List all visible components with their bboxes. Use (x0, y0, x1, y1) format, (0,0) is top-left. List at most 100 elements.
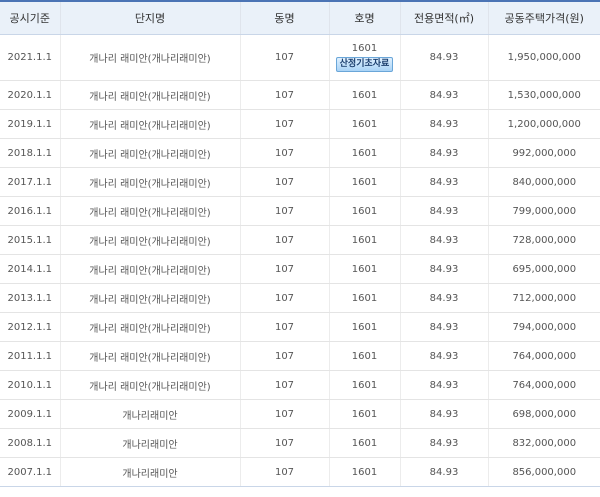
cell-price: 799,000,000 (488, 196, 600, 226)
cell-area: 84.93 (400, 167, 489, 197)
cell-complex-name: 개나리 래미안(개나리래미안) (60, 312, 241, 342)
cell-area: 84.93 (400, 196, 489, 226)
cell-date: 2017.1.1 (0, 167, 61, 197)
cell-price: 992,000,000 (488, 138, 600, 168)
table-header-row: 공시기준 단지명 동명 호명 전용면적(㎡) 공동주택가격(원) (0, 0, 600, 35)
cell-dong: 107 (240, 167, 330, 197)
cell-date: 2015.1.1 (0, 225, 61, 255)
cell-dong: 107 (240, 138, 330, 168)
cell-ho: 1601 (329, 399, 401, 429)
cell-price: 1,200,000,000 (488, 109, 600, 139)
cell-date: 2016.1.1 (0, 196, 61, 226)
cell-dong: 107 (240, 428, 330, 458)
cell-area: 84.93 (400, 399, 489, 429)
header-ho: 호명 (329, 0, 401, 35)
price-history-table: 공시기준 단지명 동명 호명 전용면적(㎡) 공동주택가격(원) 2021.1.… (0, 0, 600, 487)
cell-date: 2014.1.1 (0, 254, 61, 284)
cell-price: 832,000,000 (488, 428, 600, 458)
cell-ho: 1601 산정기초자료 (329, 34, 401, 81)
table-row: 2021.1.1 개나리 래미안(개나리래미안) 107 1601 산정기초자료 84.9… (0, 34, 600, 81)
cell-ho: 1601 (329, 312, 401, 342)
cell-area: 84.93 (400, 283, 489, 313)
cell-price: 856,000,000 (488, 457, 600, 487)
cell-dong: 107 (240, 341, 330, 371)
cell-dong: 107 (240, 109, 330, 139)
table-row: 2008.1.1 개나리래미안 107 1601 84.93 832,000,000 (0, 428, 600, 458)
cell-date: 2012.1.1 (0, 312, 61, 342)
cell-price: 1,950,000,000 (488, 34, 600, 81)
table-row: 2019.1.1 개나리 래미안(개나리래미안) 107 1601 84.93 1,200… (0, 109, 600, 139)
cell-date: 2007.1.1 (0, 457, 61, 487)
cell-ho: 1601 (329, 109, 401, 139)
cell-price: 728,000,000 (488, 225, 600, 255)
cell-area: 84.93 (400, 34, 489, 81)
cell-date: 2010.1.1 (0, 370, 61, 400)
cell-complex-name: 개나리 래미안(개나리래미안) (60, 167, 241, 197)
cell-dong: 107 (240, 399, 330, 429)
cell-complex-name: 개나리 래미안(개나리래미안) (60, 341, 241, 371)
cell-ho: 1601 (329, 225, 401, 255)
cell-ho: 1601 (329, 254, 401, 284)
cell-complex-name: 개나리 래미안(개나리래미안) (60, 254, 241, 284)
cell-area: 84.93 (400, 225, 489, 255)
cell-date: 2013.1.1 (0, 283, 61, 313)
cell-price: 764,000,000 (488, 370, 600, 400)
cell-area: 84.93 (400, 457, 489, 487)
table-row: 2020.1.1 개나리 래미안(개나리래미안) 107 1601 84.93 1,530… (0, 80, 600, 110)
cell-dong: 107 (240, 196, 330, 226)
cell-dong: 107 (240, 457, 330, 487)
cell-dong: 107 (240, 80, 330, 110)
cell-area: 84.93 (400, 109, 489, 139)
header-area: 전용면적(㎡) (400, 0, 489, 35)
cell-date: 2008.1.1 (0, 428, 61, 458)
table-row: 2017.1.1 개나리 래미안(개나리래미안) 107 1601 84.93 840,0… (0, 167, 600, 197)
cell-ho: 1601 (329, 428, 401, 458)
cell-area: 84.93 (400, 312, 489, 342)
cell-complex-name: 개나리 래미안(개나리래미안) (60, 225, 241, 255)
calculation-basis-button[interactable]: 산정기초자료 (335, 57, 394, 72)
cell-price: 764,000,000 (488, 341, 600, 371)
cell-price: 712,000,000 (488, 283, 600, 313)
cell-ho: 1601 (329, 370, 401, 400)
table-row: 2011.1.1 개나리 래미안(개나리래미안) 107 1601 84.93 764,0… (0, 341, 600, 371)
header-date: 공시기준 (0, 0, 61, 35)
cell-ho: 1601 (329, 341, 401, 371)
ho-number: 1601 (351, 43, 378, 54)
table-row: 2010.1.1 개나리 래미안(개나리래미안) 107 1601 84.93 764,0… (0, 370, 600, 400)
cell-complex-name: 개나리 래미안(개나리래미안) (60, 80, 241, 110)
cell-complex-name: 개나리래미안 (60, 428, 241, 458)
header-price: 공동주택가격(원) (488, 0, 600, 35)
table-row: 2018.1.1 개나리 래미안(개나리래미안) 107 1601 84.93 992,0… (0, 138, 600, 168)
table-row: 2014.1.1 개나리 래미안(개나리래미안) 107 1601 84.93 695,0… (0, 254, 600, 284)
cell-complex-name: 개나리래미안 (60, 457, 241, 487)
cell-ho: 1601 (329, 167, 401, 197)
cell-date: 2011.1.1 (0, 341, 61, 371)
cell-dong: 107 (240, 225, 330, 255)
cell-dong: 107 (240, 312, 330, 342)
cell-complex-name: 개나리 래미안(개나리래미안) (60, 109, 241, 139)
cell-dong: 107 (240, 254, 330, 284)
cell-ho: 1601 (329, 283, 401, 313)
table-row: 2009.1.1 개나리래미안 107 1601 84.93 698,000,000 (0, 399, 600, 429)
cell-complex-name: 개나리 래미안(개나리래미안) (60, 370, 241, 400)
header-complex-name: 단지명 (60, 0, 241, 35)
cell-ho: 1601 (329, 457, 401, 487)
cell-ho: 1601 (329, 138, 401, 168)
cell-complex-name: 개나리 래미안(개나리래미안) (60, 34, 241, 81)
cell-area: 84.93 (400, 80, 489, 110)
cell-date: 2020.1.1 (0, 80, 61, 110)
cell-date: 2021.1.1 (0, 34, 61, 81)
cell-complex-name: 개나리 래미안(개나리래미안) (60, 196, 241, 226)
table-row: 2007.1.1 개나리래미안 107 1601 84.93 856,000,000 (0, 457, 600, 487)
cell-ho: 1601 (329, 80, 401, 110)
cell-area: 84.93 (400, 138, 489, 168)
cell-price: 794,000,000 (488, 312, 600, 342)
table-row: 2012.1.1 개나리 래미안(개나리래미안) 107 1601 84.93 794,0… (0, 312, 600, 342)
cell-date: 2018.1.1 (0, 138, 61, 168)
cell-price: 1,530,000,000 (488, 80, 600, 110)
table-row: 2013.1.1 개나리 래미안(개나리래미안) 107 1601 84.93 712,0… (0, 283, 600, 313)
cell-area: 84.93 (400, 254, 489, 284)
table-row: 2015.1.1 개나리 래미안(개나리래미안) 107 1601 84.93 728,0… (0, 225, 600, 255)
cell-area: 84.93 (400, 341, 489, 371)
cell-dong: 107 (240, 370, 330, 400)
